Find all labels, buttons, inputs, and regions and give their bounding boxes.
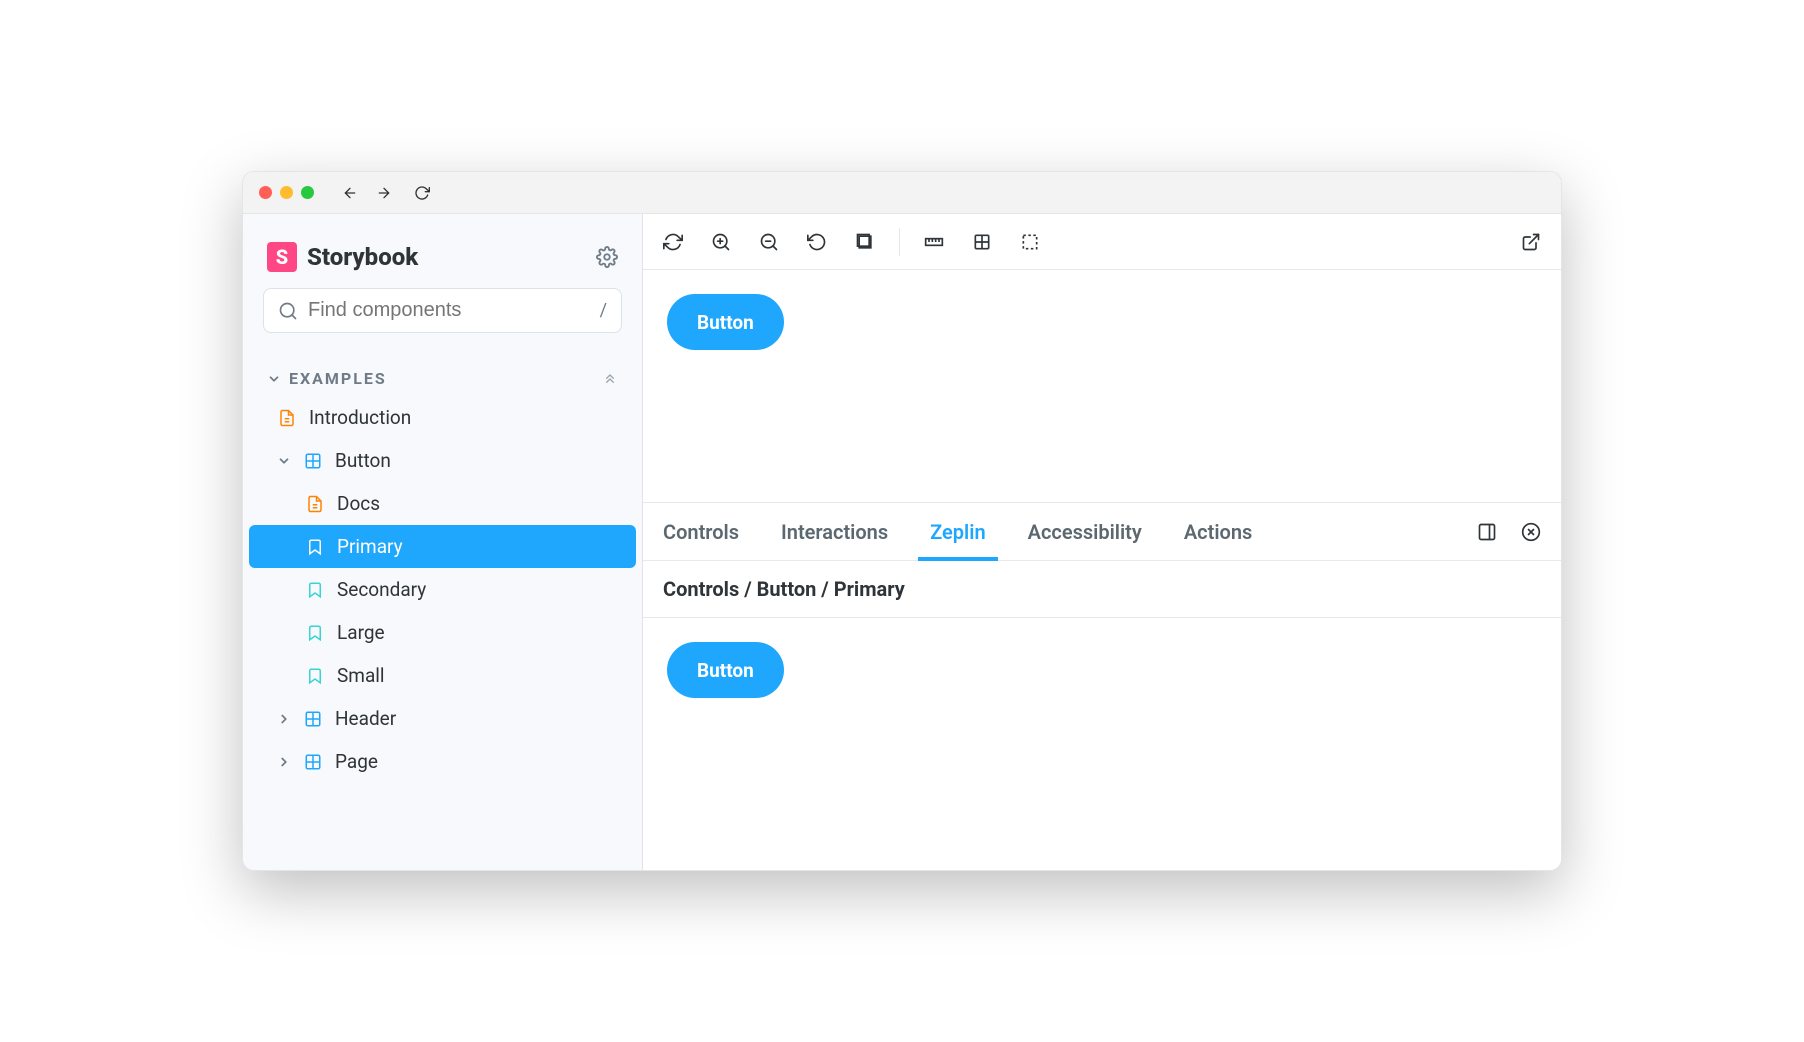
history-back-button[interactable] (342, 185, 358, 201)
search-shortcut: / (600, 300, 607, 321)
search-icon (278, 301, 298, 321)
tree-item-secondary[interactable]: Secondary (243, 568, 642, 611)
tree-item-label: Small (337, 664, 385, 687)
refresh-button[interactable] (414, 185, 430, 201)
storybook-logo-icon: S (267, 242, 297, 272)
canvas: Button (643, 270, 1561, 502)
window-minimize-button[interactable] (280, 186, 293, 199)
chevron-right-icon (277, 712, 291, 726)
tree-item-introduction[interactable]: Introduction (243, 396, 642, 439)
remount-button[interactable] (663, 232, 683, 252)
app-body: S Storybook / EXAMPLES (243, 214, 1561, 870)
chevron-down-icon (267, 372, 281, 386)
outline-icon (1020, 232, 1040, 252)
tree-item-label: Secondary (337, 578, 426, 601)
sync-icon (663, 232, 683, 252)
chevron-down-icon (277, 454, 291, 468)
section-header[interactable]: EXAMPLES (243, 369, 642, 396)
tree-item-label: Button (335, 449, 391, 472)
tree-item-large[interactable]: Large (243, 611, 642, 654)
zoom-out-button[interactable] (759, 232, 779, 252)
section-title: EXAMPLES (289, 369, 387, 388)
reset-icon (807, 232, 827, 252)
sidebar-header: S Storybook (243, 234, 642, 288)
tree-item-primary[interactable]: Primary (249, 525, 636, 568)
app-logo: S Storybook (267, 242, 418, 272)
search-field[interactable] (308, 299, 600, 322)
addons-panel: Controls Interactions Zeplin Accessibili… (643, 502, 1561, 870)
bookmark-icon (305, 537, 325, 557)
preview-toolbar (643, 214, 1561, 270)
component-icon (303, 709, 323, 729)
gear-icon (596, 246, 618, 268)
external-link-icon (1521, 232, 1541, 252)
browser-window: S Storybook / EXAMPLES (242, 171, 1562, 871)
close-icon (1521, 522, 1541, 542)
background-button[interactable] (855, 232, 875, 252)
window-close-button[interactable] (259, 186, 272, 199)
settings-button[interactable] (596, 246, 618, 268)
sidebar: S Storybook / EXAMPLES (243, 214, 643, 870)
component-tree: Introduction Button Docs (243, 396, 642, 783)
tree-item-label: Large (337, 621, 385, 644)
tree-item-label: Primary (337, 535, 403, 558)
bookmark-icon (305, 666, 325, 686)
grid-icon (972, 232, 992, 252)
tree-item-page[interactable]: Page (243, 740, 642, 783)
bookmark-icon (305, 580, 325, 600)
open-in-new-tab-button[interactable] (1521, 232, 1541, 252)
zoom-in-icon (711, 232, 731, 252)
tree-item-label: Introduction (309, 406, 411, 429)
tree-item-label: Header (335, 707, 396, 730)
toolbar-divider (899, 228, 900, 256)
zoom-out-icon (759, 232, 779, 252)
ruler-icon (924, 232, 944, 252)
history-forward-button[interactable] (376, 185, 392, 201)
document-icon (277, 408, 297, 428)
tree-item-label: Docs (337, 492, 380, 515)
search-input[interactable]: / (263, 288, 622, 333)
tab-interactions[interactable]: Interactions (781, 503, 888, 560)
zoom-in-button[interactable] (711, 232, 731, 252)
chevron-right-icon (277, 755, 291, 769)
outline-button[interactable] (1020, 232, 1040, 252)
tree-item-button[interactable]: Button (243, 439, 642, 482)
panel-body: Button (643, 618, 1561, 722)
background-icon (855, 232, 875, 252)
preview-button[interactable]: Button (667, 294, 784, 350)
tree-item-label: Page (335, 750, 378, 773)
sidebar-icon (1477, 522, 1497, 542)
sort-icon[interactable] (602, 371, 618, 387)
tab-accessibility[interactable]: Accessibility (1028, 503, 1142, 560)
document-icon (305, 494, 325, 514)
window-zoom-button[interactable] (301, 186, 314, 199)
zoom-reset-button[interactable] (807, 232, 827, 252)
grid-button[interactable] (972, 232, 992, 252)
bookmark-icon (305, 623, 325, 643)
tree-item-small[interactable]: Small (243, 654, 642, 697)
component-icon (303, 451, 323, 471)
zeplin-preview-button[interactable]: Button (667, 642, 784, 698)
tree-item-header[interactable]: Header (243, 697, 642, 740)
browser-chrome (243, 172, 1561, 214)
tree-item-docs[interactable]: Docs (243, 482, 642, 525)
breadcrumb: Controls / Button / Primary (643, 561, 1561, 618)
tab-controls[interactable]: Controls (663, 503, 739, 560)
main-area: Button Controls Interactions Zeplin Acce… (643, 214, 1561, 870)
panel-orientation-button[interactable] (1477, 522, 1497, 542)
tab-zeplin[interactable]: Zeplin (930, 503, 985, 560)
app-title: Storybook (307, 243, 418, 271)
component-icon (303, 752, 323, 772)
measure-button[interactable] (924, 232, 944, 252)
panel-close-button[interactable] (1521, 522, 1541, 542)
panel-tabs: Controls Interactions Zeplin Accessibili… (643, 503, 1561, 561)
tab-actions[interactable]: Actions (1184, 503, 1252, 560)
